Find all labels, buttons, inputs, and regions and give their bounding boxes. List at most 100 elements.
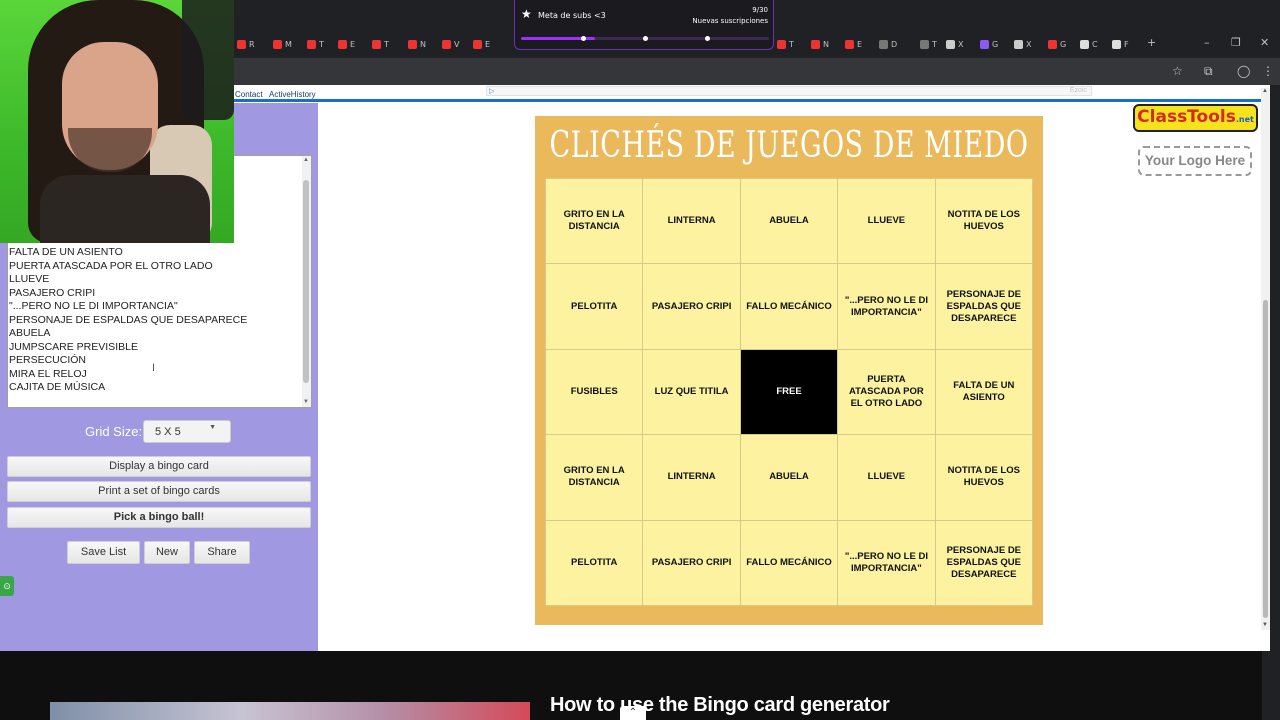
webcam-microphone [182, 0, 234, 120]
browser-tab[interactable]: M [273, 36, 292, 52]
classtools-logo-suffix: .net [1235, 115, 1254, 124]
page-scrollbar[interactable]: ▲ ▼ [1261, 88, 1270, 630]
bingo-cell[interactable]: NOTITA DE LOS HUEVOS [935, 179, 1032, 264]
scroll-down-icon[interactable]: ▼ [303, 399, 309, 405]
bingo-cell[interactable]: FALLO MECÁNICO [740, 264, 838, 349]
tab-label: X [958, 39, 964, 49]
nav-link-contact[interactable]: Contact [235, 90, 263, 99]
bingo-item-line: "...PERO NO LE DI IMPORTANCIA" [9, 300, 178, 312]
browser-tab[interactable]: N [408, 36, 426, 52]
bingo-cell[interactable]: LLUEVE [838, 179, 935, 264]
tab-favicon-icon [980, 39, 989, 49]
bingo-cell[interactable]: PERSONAJE DE ESPALDAS QUE DESAPARECE [935, 520, 1032, 605]
close-window-icon[interactable]: ✕ [1260, 36, 1269, 49]
textarea-scrollbar[interactable]: ▲ ▼ [302, 156, 311, 407]
profile-icon[interactable]: ◯ [1237, 64, 1250, 78]
bingo-cell[interactable]: LINTERNA [643, 435, 740, 520]
bingo-cell[interactable]: FALLO MECÁNICO [740, 520, 838, 605]
tab-favicon-icon [811, 39, 820, 49]
save-list-button[interactable]: Save List [67, 541, 140, 564]
browser-tab[interactable]: N [811, 36, 829, 52]
video-thumbnail[interactable] [50, 702, 530, 720]
browser-tab[interactable]: F [1112, 36, 1129, 52]
browser-tab[interactable]: G [1048, 36, 1066, 52]
bingo-cell[interactable]: ABUELA [740, 179, 838, 264]
tab-label: E [350, 39, 356, 49]
bingo-item-line: PERSONAJE DE ESPALDAS QUE DESAPARECE [9, 313, 248, 326]
bingo-item-line: LLUEVE [9, 273, 50, 285]
tab-favicon-icon [920, 39, 929, 49]
bookmark-star-icon[interactable]: ☆ [1172, 64, 1183, 78]
bingo-cell[interactable]: PELOTITA [546, 264, 643, 349]
tab-favicon-icon [946, 39, 955, 49]
bingo-cell[interactable]: PUERTA ATASCADA POR EL OTRO LADO [838, 349, 935, 435]
webcam-body [40, 175, 210, 243]
tab-favicon-icon [845, 39, 854, 49]
bingo-cell[interactable]: PASAJERO CRIPI [643, 520, 740, 605]
bingo-cell[interactable]: GRITO EN LA DISTANCIA [546, 435, 643, 520]
bingo-cell[interactable]: FUSIBLES [546, 349, 643, 435]
menu-dots-icon[interactable]: ⋮ [1262, 64, 1274, 78]
side-widget-icon[interactable]: ⊙ [0, 576, 14, 596]
scroll-up-icon[interactable]: ▲ [1262, 88, 1268, 94]
browser-tab[interactable]: T [372, 36, 389, 52]
scrollbar-thumb[interactable] [303, 180, 309, 383]
browser-tab[interactable]: E [473, 36, 490, 52]
extensions-icon[interactable]: ⧉ [1204, 64, 1213, 79]
bingo-cell[interactable]: LINTERNA [643, 179, 740, 264]
video-title[interactable]: How to use the Bingo card generator [550, 694, 890, 717]
nav-link-activehistory[interactable]: ActiveHistory [269, 90, 316, 99]
tab-label: M [285, 39, 292, 49]
browser-tab[interactable]: E [845, 36, 862, 52]
tab-label: N [823, 39, 829, 49]
bingo-cell[interactable]: FALTA DE UN ASIENTO [935, 349, 1032, 435]
share-button[interactable]: Share [194, 541, 250, 564]
bingo-cell[interactable]: LUZ QUE TITILA [643, 349, 740, 435]
bingo-item-line: PUERTA ATASCADA POR EL OTRO LADO [9, 259, 213, 272]
browser-tab[interactable]: T [920, 36, 937, 52]
bingo-item-line: CAJITA DE MÚSICA [9, 381, 106, 393]
tab-label: F [1124, 39, 1129, 49]
bingo-free-cell[interactable]: FREE [740, 349, 838, 435]
browser-tab[interactable]: T [307, 36, 324, 52]
display-bingo-card-button[interactable]: Display a bingo card [7, 456, 311, 477]
bingo-cell[interactable]: GRITO EN LA DISTANCIA [546, 179, 643, 264]
browser-tab[interactable]: D [879, 36, 897, 52]
ad-banner[interactable]: ▷ Ezoic [486, 86, 1092, 96]
scroll-up-icon[interactable]: ▲ [303, 157, 309, 163]
ad-choices-icon[interactable]: ▷ [489, 87, 494, 95]
tab-favicon-icon [408, 39, 417, 49]
your-logo-placeholder[interactable]: Your Logo Here [1138, 146, 1252, 176]
sub-goal-title: Meta de subs <3 [538, 11, 606, 20]
scroll-down-icon[interactable]: ▼ [1262, 622, 1268, 628]
bingo-cell[interactable]: NOTITA DE LOS HUEVOS [935, 435, 1032, 520]
bingo-cell[interactable]: "...PERO NO LE DI IMPORTANCIA" [838, 264, 935, 349]
tab-label: T [384, 39, 389, 49]
bingo-cell[interactable]: PELOTITA [546, 520, 643, 605]
pick-bingo-ball-button[interactable]: Pick a bingo ball! [7, 507, 311, 528]
browser-tab[interactable]: R [237, 36, 255, 52]
minimize-icon[interactable]: – [1204, 36, 1210, 49]
browser-tab[interactable]: E [338, 36, 355, 52]
bingo-cell[interactable]: ABUELA [740, 435, 838, 520]
bingo-cell[interactable]: LLUEVE [838, 435, 935, 520]
chevron-up-icon[interactable]: ⌃ [620, 706, 646, 720]
bingo-item-line: FALTA DE UN ASIENTO [9, 246, 123, 258]
bingo-cell[interactable]: PASAJERO CRIPI [643, 264, 740, 349]
browser-tab[interactable]: C [1080, 36, 1098, 52]
browser-tab[interactable]: T [777, 36, 794, 52]
bingo-items-list: FALTA DE UN ASIENTO PUERTA ATASCADA POR E… [9, 246, 247, 395]
browser-tab[interactable]: G [980, 36, 998, 52]
classtools-logo[interactable]: ClassTools.net [1133, 104, 1258, 132]
grid-size-select[interactable]: 5 X 5 ▼ [143, 420, 231, 443]
browser-tab[interactable]: V [442, 36, 459, 52]
browser-tab[interactable]: X [946, 36, 963, 52]
new-button[interactable]: New [144, 541, 190, 564]
bingo-cell[interactable]: "...PERO NO LE DI IMPORTANCIA" [838, 520, 935, 605]
browser-tab[interactable]: X [1014, 36, 1031, 52]
print-bingo-cards-button[interactable]: Print a set of bingo cards [7, 481, 311, 502]
page-scrollbar-thumb[interactable] [1263, 300, 1268, 618]
new-tab-icon[interactable]: + [1147, 36, 1156, 49]
maximize-icon[interactable]: ❐ [1231, 36, 1241, 49]
bingo-cell[interactable]: PERSONAJE DE ESPALDAS QUE DESAPARECE [935, 264, 1032, 349]
